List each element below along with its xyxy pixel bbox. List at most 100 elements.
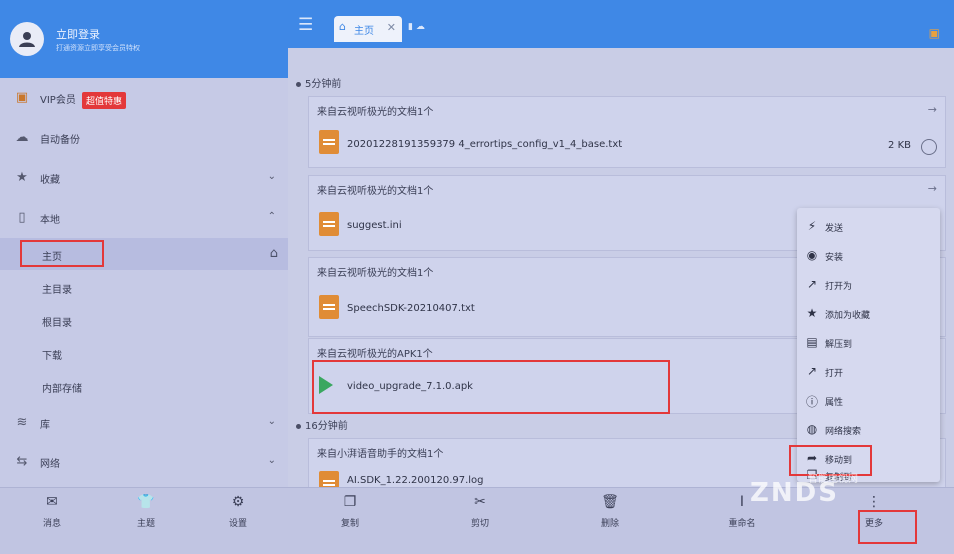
file-manager-screen: 立即登录 打通资源立即享受会员特权 ▣ VIP会员 超值特惠 ☁ 自动备份 ★ … (0, 0, 954, 554)
login-title[interactable]: 立即登录 (56, 26, 100, 42)
button-label: 消息 (42, 519, 61, 529)
archive-icon: ▤ (806, 335, 818, 349)
chevron-up-icon: ⌃ (267, 211, 276, 222)
card-title: 来自云视听极光的文档1个 (317, 107, 434, 118)
theme-button[interactable]: 👕 主题 (116, 494, 176, 534)
menu-item-extract-to[interactable]: ▤ 解压到 (797, 328, 940, 357)
menu-item-label: 打开 (825, 369, 844, 379)
sidebar: 立即登录 打通资源立即享受会员特权 ▣ VIP会员 超值特惠 ☁ 自动备份 ★ … (0, 0, 288, 554)
tab-label: 主页 (354, 26, 374, 37)
button-label: 复制 (340, 519, 359, 529)
sidebar-subitem-root-dir[interactable]: 根目录 (0, 304, 288, 336)
sidebar-item-vip[interactable]: ▣ VIP会员 (0, 80, 288, 116)
cloud-icon: ☁ (15, 130, 29, 145)
close-icon[interactable]: ✕ (387, 21, 396, 34)
sidebar-item-label: 库 (40, 420, 50, 431)
star-icon: ★ (806, 306, 818, 320)
text-file-icon (319, 130, 339, 154)
top-bar: ☰ ⌂ 主页 ✕ ▮ ☁ ▣ (288, 0, 954, 48)
button-label: 剪切 (470, 519, 489, 529)
bullet-icon (296, 81, 301, 87)
arrow-right-icon[interactable]: → (928, 103, 937, 116)
menu-item-label: 解压到 (825, 340, 853, 350)
file-name[interactable]: AI.SDK_1.22.200120.97.log (347, 475, 484, 486)
menu-item-label: 网络搜索 (825, 427, 862, 437)
star-icon: ★ (16, 170, 28, 185)
sidebar-item-favorites[interactable]: ★ 收藏 ⌄ (0, 160, 288, 196)
bolt-icon: ⚡ (807, 219, 817, 233)
card-title: 来自云视听极光的文档1个 (317, 268, 434, 279)
menu-item-label: 发送 (825, 224, 844, 234)
card-title: 来自小湃语音助手的文档1个 (317, 449, 444, 460)
open-external-icon: ↗ (806, 277, 818, 291)
messages-button[interactable]: ✉ 消息 (22, 494, 82, 534)
menu-icon[interactable]: ☰ (298, 15, 313, 35)
menu-item-properties[interactable]: ⓘ 属性 (797, 386, 940, 415)
open-external-icon: ↗ (806, 364, 818, 378)
avatar[interactable] (10, 22, 44, 56)
arrow-right-icon[interactable]: → (928, 182, 937, 195)
button-label: 主题 (136, 519, 155, 529)
sidebar-subitem-label: 下载 (42, 351, 62, 362)
window-icon[interactable]: ▮ ☁ (408, 22, 425, 32)
trash-icon: 🗑 (601, 494, 619, 510)
globe-icon: ◍ (806, 422, 818, 436)
shirt-icon: 👕 (137, 494, 155, 510)
menu-item-add-favorite[interactable]: ★ 添加为收藏 (797, 299, 940, 328)
menu-item-send[interactable]: ⚡ 发送 (797, 212, 940, 241)
tab-home[interactable]: ⌂ 主页 ✕ (334, 16, 402, 42)
menu-item-label: 打开为 (825, 282, 853, 292)
chevron-down-icon: ⌄ (267, 416, 276, 427)
sidebar-item-local[interactable]: ▯ 本地 ⌃ (0, 200, 288, 236)
highlight-box-home (20, 240, 104, 267)
sidebar-header: 立即登录 打通资源立即享受会员特权 (0, 0, 288, 78)
highlight-box-more (858, 510, 917, 544)
text-file-icon (319, 212, 339, 236)
file-size: 2 KB (888, 140, 911, 151)
sidebar-subitem-label: 主目录 (42, 285, 72, 296)
context-menu: ⚡ 发送 ◉ 安装 ↗ 打开为 ★ 添加为收藏 ▤ 解压到 ↗ 打开 ⓘ 属性 … (797, 208, 940, 483)
sidebar-subitem-label: 根目录 (42, 318, 72, 329)
file-card[interactable]: 来自云视听极光的文档1个 → 20201228191359379 4_error… (308, 96, 946, 168)
bullet-icon (296, 423, 301, 429)
card-title: 来自云视听极光的文档1个 (317, 186, 434, 197)
file-name[interactable]: 20201228191359379 4_errortips_config_v1_… (347, 139, 622, 150)
sidebar-item-network[interactable]: ⇆ 网络 ⌄ (0, 444, 288, 480)
menu-item-open-as[interactable]: ↗ 打开为 (797, 270, 940, 299)
install-icon: ◉ (806, 248, 818, 262)
sidebar-subitem-label: 内部存储 (42, 384, 82, 395)
sidebar-item-label: 本地 (40, 215, 60, 226)
copy-button[interactable]: ❐ 复制 (320, 494, 380, 534)
menu-item-web-search[interactable]: ◍ 网络搜索 (797, 415, 940, 444)
info-icon: ⓘ (805, 395, 818, 409)
button-label: 设置 (228, 519, 247, 529)
gear-icon: ⚙ (231, 494, 245, 510)
gift-icon[interactable]: ▣ (929, 26, 940, 40)
menu-item-label: 安装 (825, 253, 844, 263)
sidebar-subitem-internal-storage[interactable]: 内部存储 (0, 370, 288, 402)
sidebar-item-label: VIP会员 (40, 95, 76, 106)
sidebar-subitem-downloads[interactable]: 下载 (0, 337, 288, 369)
menu-item-install[interactable]: ◉ 安装 (797, 241, 940, 270)
cut-button[interactable]: ✂ 剪切 (450, 494, 510, 534)
group-time-header: 5分钟前 (296, 75, 341, 90)
home-icon: ⌂ (269, 246, 278, 261)
sidebar-item-label: 网络 (40, 459, 60, 470)
copy-icon: ❐ (343, 494, 357, 510)
file-name[interactable]: SpeechSDK-20210407.txt (347, 303, 475, 314)
menu-item-open[interactable]: ↗ 打开 (797, 357, 940, 386)
group-time-header: 16分钟前 (296, 417, 348, 432)
highlight-box-apk (312, 360, 670, 414)
group-time-label: 16分钟前 (305, 421, 348, 432)
sidebar-subitem-home-dir[interactable]: 主目录 (0, 271, 288, 303)
sidebar-item-library[interactable]: ≋ 库 ⌄ (0, 405, 288, 441)
user-icon (19, 32, 35, 47)
menu-item-label: 属性 (825, 398, 844, 408)
file-name[interactable]: suggest.ini (347, 220, 402, 231)
delete-button[interactable]: 🗑 删除 (580, 494, 640, 534)
text-file-icon (319, 295, 339, 319)
settings-button[interactable]: ⚙ 设置 (208, 494, 268, 534)
sidebar-item-auto-backup[interactable]: ☁ 自动备份 (0, 120, 288, 156)
scissors-icon: ✂ (474, 494, 486, 510)
select-checkbox[interactable] (921, 139, 937, 155)
